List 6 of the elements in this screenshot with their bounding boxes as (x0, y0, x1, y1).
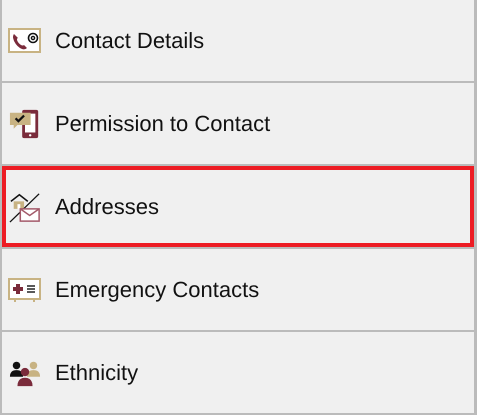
menu-item[interactable]: Contact Details (2, 0, 474, 83)
menu-item[interactable]: Permission to Contact (2, 83, 474, 166)
house-envelope-icon (8, 190, 42, 222)
menu-item[interactable]: Emergency Contacts (2, 249, 474, 332)
menu-item[interactable]: Ethnicity (2, 332, 474, 415)
menu-item[interactable]: Addresses (2, 166, 474, 249)
